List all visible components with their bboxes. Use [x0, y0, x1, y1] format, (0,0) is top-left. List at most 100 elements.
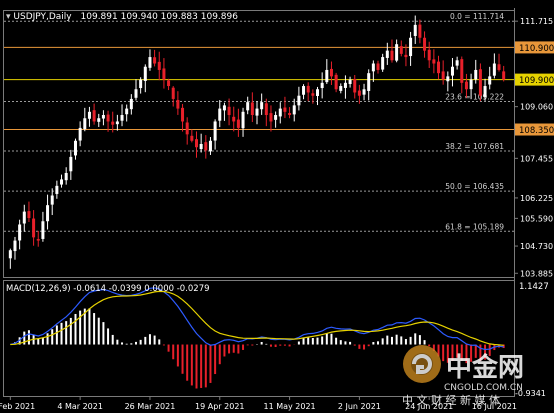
candle-bear: [329, 68, 333, 77]
y-tick-label: 111.715: [520, 17, 553, 26]
candle-bull: [69, 156, 73, 172]
candle-bear: [236, 119, 240, 128]
candle-bull: [73, 140, 77, 156]
candle-bull: [125, 108, 129, 115]
y-tick-label: 105.590: [520, 214, 553, 223]
candle-bull: [446, 76, 450, 82]
candle-bull: [362, 89, 366, 95]
chart-header: ▾ USDJPY,Daily 109.891 109.940 109.883 1…: [6, 12, 238, 22]
candle-bull: [413, 24, 417, 36]
candle-bull: [60, 179, 64, 185]
candle-bull: [46, 205, 50, 222]
y-tick-label: 107.455: [520, 154, 553, 163]
candle-bear: [36, 239, 40, 241]
candle-bull: [13, 240, 17, 252]
candle-bear: [390, 50, 394, 61]
candle-bull: [222, 105, 226, 111]
candle-bull: [302, 86, 306, 95]
candle-bear: [185, 122, 189, 135]
candle-bear: [441, 71, 445, 80]
candle-bull: [208, 140, 212, 152]
y-tick-label: 103.885: [520, 269, 553, 278]
price-chart: 110.900 109.900 108.350 0.0 = 111.714 23.6 …: [0, 0, 554, 413]
candle-bull: [218, 108, 222, 121]
candle-bull: [64, 172, 68, 181]
candle-bull: [41, 221, 45, 239]
candle-bear: [190, 135, 194, 141]
candle-bull: [455, 60, 459, 66]
candle-bear: [92, 110, 96, 122]
level-price-label: 110.900: [519, 44, 554, 54]
candle-bull: [213, 121, 217, 141]
x-tick-label: 4 Mar 2021: [57, 402, 103, 411]
candle-bull: [450, 66, 454, 76]
candle-bull: [474, 69, 478, 80]
candle-bull: [129, 98, 133, 110]
candle-bull: [55, 185, 59, 194]
candle-bull: [199, 144, 203, 150]
candle-bear: [502, 71, 506, 80]
candle-bull: [367, 73, 371, 91]
candle-bear: [162, 68, 166, 80]
candle-bear: [181, 107, 185, 122]
candle-bull: [492, 63, 496, 76]
candle-bear: [153, 57, 157, 64]
x-tick-label: 24 Jun 2021: [405, 402, 453, 411]
candle-bear: [464, 81, 468, 90]
candle-bull: [22, 211, 26, 224]
candle-bear: [404, 54, 408, 58]
candle-bear: [432, 59, 436, 64]
candle-bull: [385, 50, 389, 58]
candle-bear: [32, 218, 36, 238]
candle-bear: [176, 99, 180, 109]
candle-bear: [399, 46, 403, 54]
candle-bull: [348, 79, 352, 85]
x-tick-label: 11 May 2021: [263, 402, 315, 411]
candle-bull: [395, 44, 399, 61]
fib-label: 0.0 = 111.714: [450, 12, 504, 21]
candle-bear: [418, 24, 422, 38]
level-price-label: 108.350: [519, 126, 554, 136]
candle-bull: [78, 127, 82, 141]
y-tick-label: 109.060: [520, 103, 553, 112]
x-tick-label: 2 Jun 2021: [338, 402, 381, 411]
candle-bull: [325, 69, 329, 83]
candle-bull: [120, 115, 124, 121]
candle-bear: [311, 93, 315, 96]
x-tick-label: 10 Feb 2021: [0, 402, 35, 411]
candle-bear: [264, 103, 268, 116]
candle-bull: [241, 111, 245, 129]
candle-bull: [381, 57, 385, 70]
candle-bear: [204, 142, 208, 151]
candle-bear: [376, 63, 380, 70]
candle-bear: [227, 106, 231, 116]
level-price-label: 109.900: [519, 76, 554, 86]
candle-bear: [250, 102, 254, 116]
x-tick-label: 26 Mar 2021: [125, 402, 176, 411]
fib-label: 50.0 = 106.435: [445, 182, 504, 191]
candle-bear: [288, 113, 292, 116]
candle-bear: [306, 85, 310, 93]
macd-label: MACD(12,26,9) -0.0614 -0.0399 0.0000 -0.…: [6, 284, 210, 294]
candle-bear: [357, 90, 361, 96]
candle-bear: [157, 61, 161, 70]
candle-bull: [339, 86, 343, 91]
candle-bull: [483, 86, 487, 97]
candle-bull: [343, 82, 347, 88]
candle-bear: [460, 59, 464, 83]
y-tick-label: 104.730: [520, 242, 553, 251]
candle-bear: [106, 114, 110, 122]
ohlc-label: 109.891 109.940 109.883 109.896: [81, 12, 239, 22]
header-arrow-icon[interactable]: ▾: [6, 12, 13, 22]
candle-bear: [437, 61, 441, 74]
candle-bull: [320, 82, 324, 89]
candle-bear: [334, 74, 338, 90]
candle-bull: [409, 37, 413, 57]
x-tick-label: 16 Jul 2021: [472, 402, 517, 411]
candle-bear: [167, 80, 171, 87]
symbol-label: USDJPY,Daily: [13, 12, 72, 22]
candle-bull: [469, 79, 473, 90]
fib-label: 61.8 = 105.189: [445, 222, 504, 231]
candle-bull: [83, 118, 87, 130]
macd-bottom-value: -0.9341: [515, 389, 546, 398]
